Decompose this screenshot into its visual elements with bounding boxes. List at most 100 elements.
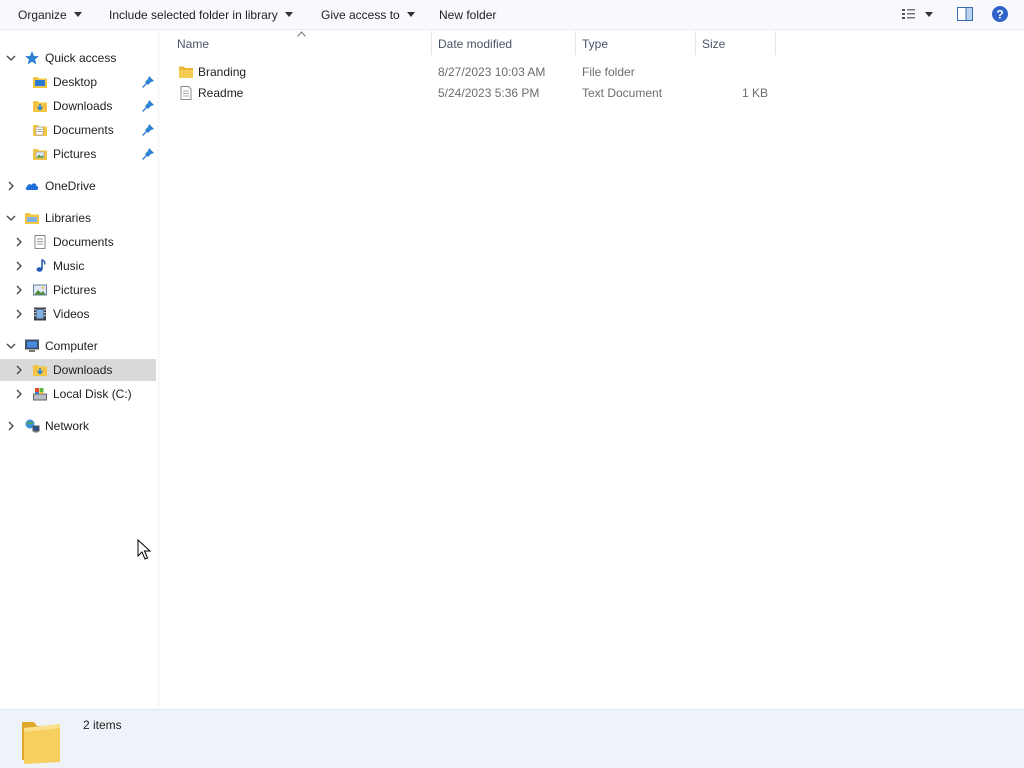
file-name: Readme: [198, 86, 244, 100]
include-in-library-button[interactable]: Include selected folder in library: [109, 7, 293, 23]
nav-lib-music[interactable]: Music: [0, 255, 156, 277]
nav-lib-documents-label: Documents: [53, 235, 114, 249]
chevron-down-icon: [73, 12, 82, 17]
music-icon: [36, 258, 46, 272]
nav-libraries-label: Libraries: [45, 211, 92, 225]
chevron-right-icon[interactable]: [13, 236, 25, 248]
column-header-size-label: Size: [702, 37, 726, 51]
pin-icon[interactable]: [140, 123, 156, 137]
help-icon: ?: [992, 6, 1008, 22]
column-header-size[interactable]: Size: [696, 31, 776, 57]
nav-computer[interactable]: Computer: [0, 335, 156, 357]
give-access-button[interactable]: Give access to: [321, 7, 415, 23]
file-row-readme[interactable]: Readme 5/24/2023 5:36 PM Text Document 1…: [176, 83, 776, 103]
cloud-icon: [25, 183, 39, 190]
mouse-cursor-icon: [137, 539, 151, 560]
new-folder-button[interactable]: New folder: [439, 7, 496, 23]
chevron-right-icon[interactable]: [13, 284, 25, 296]
give-access-label: Give access to: [321, 8, 400, 22]
file-date: 8/27/2023 10:03 AM: [438, 65, 546, 79]
column-divider[interactable]: [775, 31, 776, 55]
downloads-folder-icon: [33, 101, 47, 112]
pin-icon[interactable]: [140, 75, 156, 89]
text-file-icon: [180, 86, 192, 100]
nav-quick-desktop[interactable]: Desktop: [0, 71, 156, 93]
column-header-type[interactable]: Type: [576, 31, 696, 57]
item-count: 2 items: [83, 718, 122, 732]
column-header-name[interactable]: Name: [160, 31, 432, 57]
chevron-right-icon[interactable]: [13, 260, 25, 272]
computer-icon: [25, 339, 39, 352]
organize-label: Organize: [18, 8, 67, 22]
nav-lib-music-label: Music: [53, 259, 85, 273]
file-row-branding[interactable]: Branding 8/27/2023 10:03 AM File folder: [176, 62, 776, 82]
nav-computer-downloads[interactable]: Downloads: [0, 359, 156, 381]
chevron-down-icon: [925, 12, 933, 17]
chevron-right-icon[interactable]: [5, 180, 17, 192]
svg-text:?: ?: [996, 8, 1003, 22]
nav-local-disk-label: Local Disk (C:): [53, 387, 132, 401]
chevron-right-icon[interactable]: [13, 364, 25, 376]
column-header-date-label: Date modified: [438, 37, 513, 51]
pictures-folder-icon: [33, 149, 47, 160]
navigation-pane: Quick access Desktop Downloads Documents…: [0, 31, 157, 709]
nav-lib-videos-label: Videos: [53, 307, 90, 321]
preview-pane-button[interactable]: [956, 6, 974, 25]
nav-lib-videos[interactable]: Videos: [0, 303, 156, 325]
details-pane: 2 items: [0, 709, 1024, 768]
new-folder-label: New folder: [439, 8, 497, 22]
organize-button[interactable]: Organize: [18, 7, 82, 23]
network-icon: [25, 419, 40, 433]
nav-onedrive[interactable]: OneDrive: [0, 175, 156, 197]
local-disk-icon: [33, 388, 47, 401]
downloads-folder-icon: [33, 365, 47, 376]
star-icon: [25, 51, 39, 65]
file-name: Branding: [198, 65, 247, 79]
file-date: 5/24/2023 5:36 PM: [438, 86, 540, 100]
videos-icon: [34, 307, 46, 321]
chevron-down-icon: [284, 12, 293, 17]
include-in-library-label: Include selected folder in library: [109, 8, 278, 22]
chevron-right-icon[interactable]: [13, 388, 25, 400]
documents-folder-icon: [33, 125, 47, 136]
nav-quick-access-label: Quick access: [45, 51, 117, 65]
chevron-right-icon[interactable]: [13, 308, 25, 320]
folder-icon: [22, 722, 60, 764]
folder-icon: [179, 66, 193, 78]
documents-library-icon: [34, 235, 46, 249]
chevron-down-icon[interactable]: [5, 212, 17, 224]
change-view-button[interactable]: [900, 6, 918, 25]
libraries-icon: [25, 213, 39, 224]
pin-icon[interactable]: [140, 99, 156, 113]
nav-lib-pictures-label: Pictures: [53, 283, 97, 297]
nav-quick-downloads[interactable]: Downloads: [0, 95, 156, 117]
column-header-date-modified[interactable]: Date modified: [432, 31, 576, 57]
nav-quick-downloads-label: Downloads: [53, 99, 113, 113]
file-list: Name Date modified Type Size Branding 8/…: [160, 31, 1024, 709]
desktop-icon: [33, 77, 47, 88]
nav-local-disk[interactable]: Local Disk (C:): [0, 383, 156, 405]
nav-lib-pictures[interactable]: Pictures: [0, 279, 156, 301]
nav-onedrive-label: OneDrive: [45, 179, 96, 193]
chevron-down-icon[interactable]: [5, 52, 17, 64]
chevron-down-icon: [406, 12, 415, 17]
nav-quick-desktop-label: Desktop: [53, 75, 98, 89]
nav-computer-label: Computer: [45, 339, 98, 353]
nav-quick-access[interactable]: Quick access: [0, 47, 156, 69]
nav-quick-documents-label: Documents: [53, 123, 114, 137]
nav-libraries[interactable]: Libraries: [0, 207, 156, 229]
file-type: File folder: [582, 65, 635, 79]
nav-quick-documents[interactable]: Documents: [0, 119, 156, 141]
nav-lib-documents[interactable]: Documents: [0, 231, 156, 253]
nav-computer-downloads-label: Downloads: [53, 363, 113, 377]
pin-icon[interactable]: [140, 147, 156, 161]
nav-network-label: Network: [45, 419, 90, 433]
view-details-icon: [902, 9, 915, 19]
chevron-right-icon[interactable]: [5, 420, 17, 432]
view-options-dropdown[interactable]: [925, 12, 933, 17]
chevron-down-icon[interactable]: [5, 340, 17, 352]
nav-network[interactable]: Network: [0, 415, 156, 437]
pictures-library-icon: [33, 284, 47, 296]
nav-quick-pictures[interactable]: Pictures: [0, 143, 156, 165]
help-button[interactable]: ?: [991, 5, 1009, 26]
